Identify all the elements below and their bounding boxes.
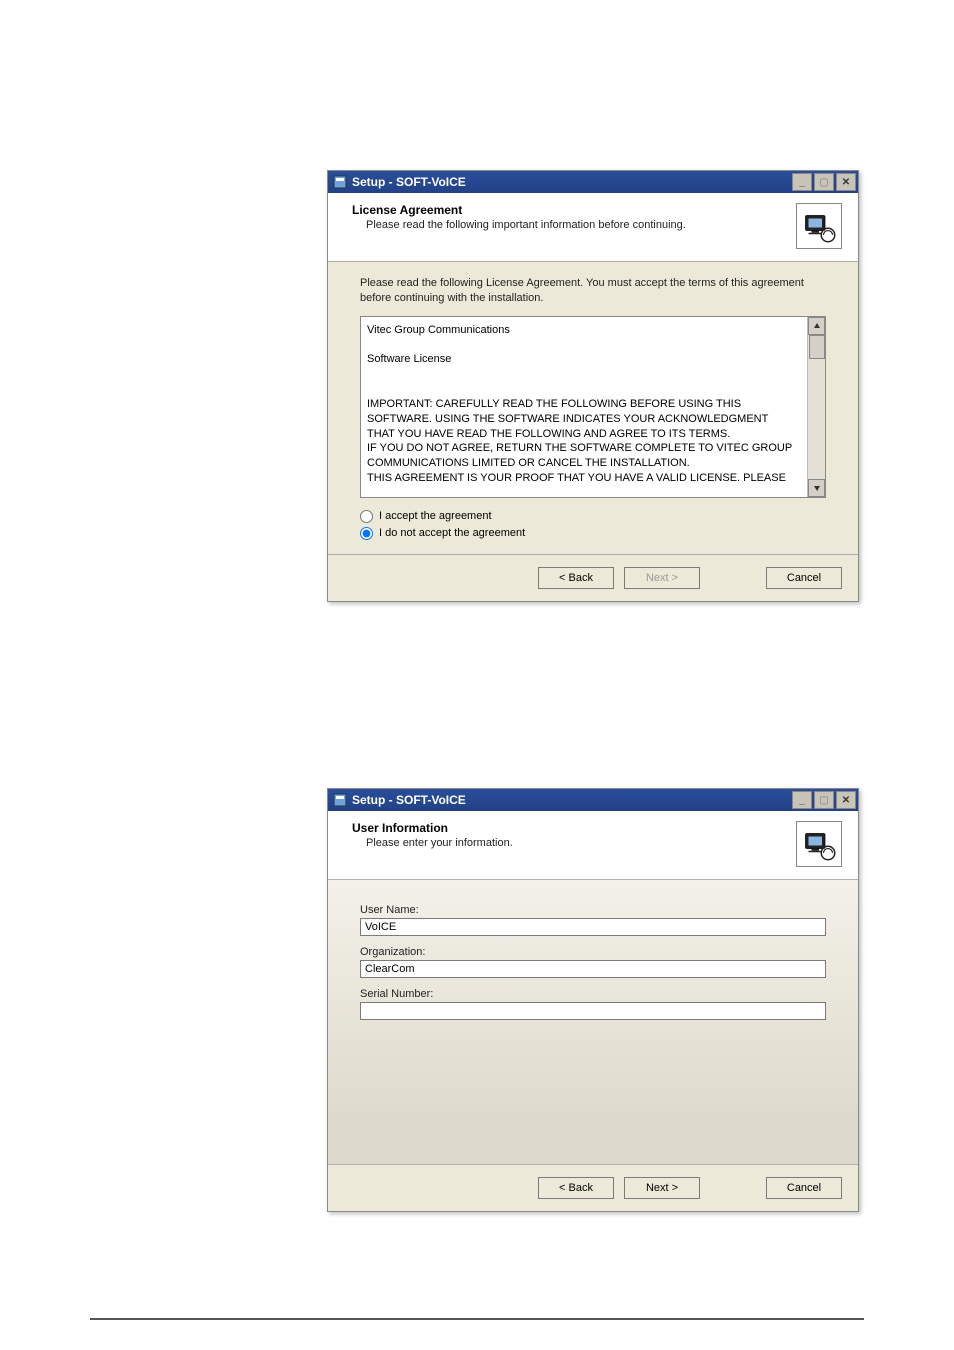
license-line: IF YOU DO NOT AGREE, RETURN THE SOFTWARE… [367,441,801,456]
maximize-button: ▢ [814,173,834,191]
back-button[interactable]: < Back [538,1177,614,1199]
minimize-button[interactable]: _ [792,791,812,809]
license-line: Vitec Group Communications [367,323,801,338]
username-label: User Name: [360,904,826,916]
license-line: Software License [367,352,801,367]
radio-accept[interactable]: I accept the agreement [360,510,826,523]
cancel-button[interactable]: Cancel [766,1177,842,1199]
titlebar[interactable]: Setup - SOFT-VoICE _ ▢ ✕ [328,171,858,193]
next-button: Next > [624,567,700,589]
license-line: THIS AGREEMENT IS YOUR PROOF THAT YOU HA… [367,471,801,486]
wizard-footer: < Back Next > Cancel [328,554,858,601]
scroll-down-button[interactable] [808,479,825,497]
cancel-button[interactable]: Cancel [766,567,842,589]
close-button[interactable]: ✕ [836,791,856,809]
radio-accept-label: I accept the agreement [379,510,492,522]
page-title: User Information [352,821,796,835]
license-line: IMPORTANT: CAREFULLY READ THE FOLLOWING … [367,397,801,412]
setup-icon [332,792,348,808]
maximize-button: ▢ [814,791,834,809]
scroll-up-button[interactable] [808,317,825,335]
window-title: Setup - SOFT-VoICE [352,793,792,807]
license-agreement-dialog: Setup - SOFT-VoICE _ ▢ ✕ License Agreeme… [327,170,859,602]
license-text-area: Vitec Group Communications Software Lice… [360,316,826,498]
setup-icon [332,174,348,190]
page-subtitle: Please enter your information. [366,837,796,849]
page-divider [90,1318,864,1320]
username-input[interactable] [360,918,826,936]
window-title: Setup - SOFT-VoICE [352,175,792,189]
wizard-header: User Information Please enter your infor… [328,811,858,880]
wizard-header: License Agreement Please read the follow… [328,193,858,262]
license-line [367,367,801,382]
page-title: License Agreement [352,203,796,217]
wizard-icon [796,821,842,867]
close-button[interactable]: ✕ [836,173,856,191]
instruction-text: Please read the following License Agreem… [360,276,826,306]
license-line: THAT YOU HAVE READ THE FOLLOWING AND AGR… [367,427,801,442]
license-line [367,382,801,397]
organization-input[interactable] [360,960,826,978]
titlebar[interactable]: Setup - SOFT-VoICE _ ▢ ✕ [328,789,858,811]
radio-decline-input[interactable] [360,527,373,540]
wizard-icon [796,203,842,249]
scrollbar[interactable] [807,317,825,497]
license-line: SOFTWARE. USING THE SOFTWARE INDICATES Y… [367,412,801,427]
serial-input[interactable] [360,1002,826,1020]
user-information-dialog: Setup - SOFT-VoICE _ ▢ ✕ User Informatio… [327,788,859,1212]
next-button[interactable]: Next > [624,1177,700,1199]
license-line: COMMUNICATIONS LIMITED OR CANCEL THE INS… [367,456,801,471]
minimize-button[interactable]: _ [792,173,812,191]
back-button[interactable]: < Back [538,567,614,589]
organization-label: Organization: [360,946,826,958]
radio-accept-input[interactable] [360,510,373,523]
radio-decline[interactable]: I do not accept the agreement [360,527,826,540]
scroll-thumb[interactable] [809,335,825,359]
page-subtitle: Please read the following important info… [366,219,796,231]
serial-label: Serial Number: [360,988,826,1000]
wizard-footer: < Back Next > Cancel [328,1164,858,1211]
radio-decline-label: I do not accept the agreement [379,527,525,539]
license-line [367,338,801,353]
